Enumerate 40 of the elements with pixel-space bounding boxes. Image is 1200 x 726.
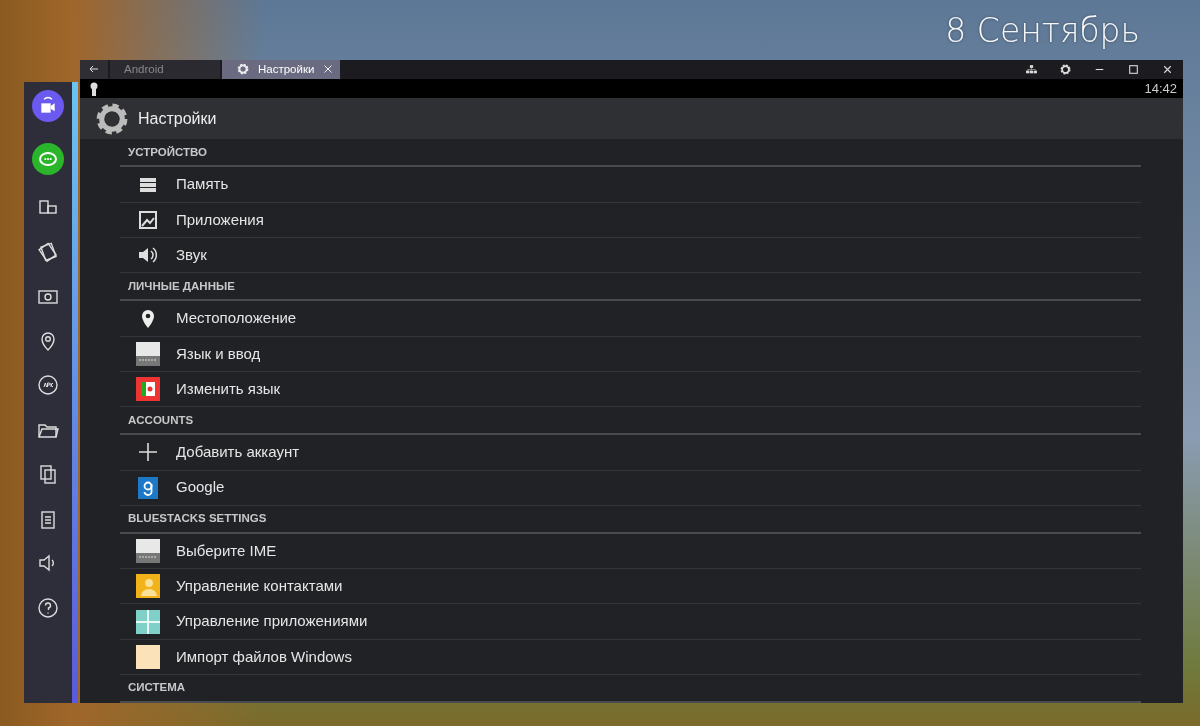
back-arrow-icon bbox=[89, 64, 99, 75]
status-time: 14:42 bbox=[1144, 79, 1177, 98]
tab[interactable]: Android bbox=[110, 60, 220, 79]
settings-item[interactable]: Управление контактами bbox=[120, 569, 1141, 605]
section-header: BLUESTACKS SETTINGS bbox=[120, 505, 1141, 534]
back-button[interactable] bbox=[80, 60, 108, 79]
settings-item[interactable]: Местоположение bbox=[120, 301, 1141, 337]
section-header: УСТРОЙСТВО bbox=[120, 139, 1141, 168]
settings-icon bbox=[236, 62, 250, 77]
contact-card-icon bbox=[136, 574, 160, 599]
settings-item[interactable]: Изменить язык bbox=[120, 371, 1141, 408]
grid-icon bbox=[136, 609, 160, 634]
settings-icon bbox=[1058, 62, 1072, 76]
settings-item[interactable]: Импорт файлов Windows bbox=[120, 639, 1141, 675]
desktop-date: 8 Сентябрь bbox=[945, 10, 1140, 52]
settings-item[interactable]: Выберите IME bbox=[120, 533, 1141, 570]
section-header: ACCOUNTS bbox=[120, 407, 1141, 436]
settings-item[interactable]: Память bbox=[120, 167, 1141, 203]
tab[interactable]: Настройки bbox=[222, 60, 341, 79]
google-icon bbox=[136, 475, 160, 500]
blank-page-icon bbox=[136, 644, 160, 669]
settings-item[interactable]: Звук bbox=[120, 238, 1141, 274]
chat-icon[interactable] bbox=[32, 142, 64, 175]
action-bar-title: Настройки bbox=[138, 108, 217, 129]
settings-item[interactable]: Добавить аккаунт bbox=[120, 435, 1141, 471]
settings-item[interactable]: Google bbox=[120, 470, 1141, 506]
section-header: СИСТЕМА bbox=[120, 675, 1141, 703]
maximize-icon bbox=[1126, 62, 1140, 76]
network-icon bbox=[1024, 62, 1038, 76]
settings-item[interactable]: Приложения bbox=[120, 202, 1141, 239]
flags-icon bbox=[136, 377, 160, 402]
keyboard-icon bbox=[136, 538, 160, 563]
apk-icon[interactable] bbox=[36, 373, 60, 397]
help-icon[interactable] bbox=[36, 595, 60, 620]
section-header: ЛИЧНЫЕ ДАННЫЕ bbox=[120, 273, 1141, 302]
keyhole-icon bbox=[90, 81, 98, 96]
keyboard-icon bbox=[136, 341, 160, 366]
settings-item[interactable]: Управление приложениями bbox=[120, 604, 1141, 640]
settings-item[interactable]: Язык и ввод bbox=[120, 336, 1141, 372]
video-camera-icon[interactable] bbox=[32, 90, 64, 122]
